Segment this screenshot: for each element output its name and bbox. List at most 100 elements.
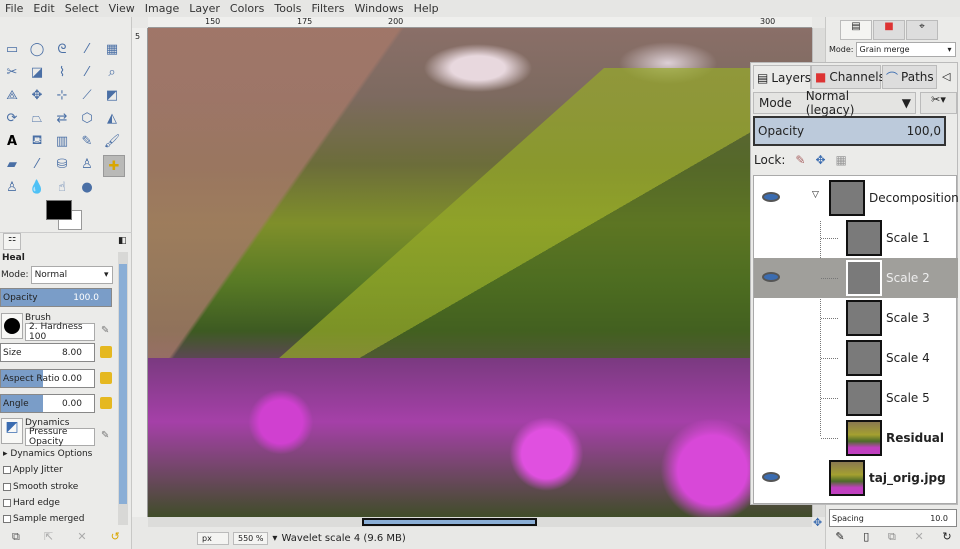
perspective-clone-tool-icon[interactable]: ♙ bbox=[3, 178, 21, 196]
layer-opacity-slider[interactable]: Opacity 100,0 bbox=[753, 116, 946, 146]
lock-pixels-icon[interactable]: ✎ bbox=[795, 153, 805, 167]
layer-thumbnail[interactable] bbox=[846, 420, 882, 456]
warp-tool-icon[interactable]: ◭ bbox=[103, 109, 121, 127]
dynamics-icon[interactable]: ◩ bbox=[1, 418, 23, 444]
unit-select[interactable]: px bbox=[197, 531, 229, 545]
layer-row[interactable]: Scale 3 bbox=[754, 298, 958, 338]
zoom-input[interactable]: 550 % bbox=[233, 531, 269, 545]
layer-thumbnail[interactable] bbox=[829, 180, 865, 216]
zoom-chevron-icon[interactable]: ▾ bbox=[272, 533, 277, 544]
clone-tool-icon[interactable]: ♙ bbox=[78, 155, 96, 173]
paint-brush-icon[interactable]: ✎ bbox=[835, 530, 844, 544]
scissors-tool-icon[interactable]: ✂ bbox=[3, 63, 21, 81]
composite-mode-select[interactable]: ✂▾ bbox=[920, 92, 957, 114]
eye-icon[interactable] bbox=[762, 472, 780, 482]
brush-preview[interactable] bbox=[1, 313, 23, 339]
paths-tool-icon[interactable]: ⌇ bbox=[53, 63, 71, 81]
smudge-tool-icon[interactable]: ☝ bbox=[53, 178, 71, 196]
rotate-tool-icon[interactable]: ⟳ bbox=[3, 109, 21, 127]
reset-options-icon[interactable]: ↺ bbox=[111, 530, 120, 544]
size-slider[interactable]: Size 8.00 bbox=[0, 343, 95, 362]
layer-row[interactable]: Scale 4 bbox=[754, 338, 958, 378]
bucket-fill-tool-icon[interactable]: ⛾ bbox=[28, 132, 46, 150]
menu-layer[interactable]: Layer bbox=[184, 2, 225, 15]
reset-size-icon[interactable] bbox=[100, 346, 112, 358]
layer-thumbnail[interactable] bbox=[846, 260, 882, 296]
layer-mode-select[interactable]: Grain merge ▾ bbox=[855, 42, 956, 57]
crop-tool-icon[interactable]: ⟋ bbox=[78, 86, 96, 104]
brush-name[interactable]: 2. Hardness 100 bbox=[25, 322, 95, 342]
refresh-brushes-icon[interactable]: ↻ bbox=[942, 530, 951, 544]
tab-paths[interactable]: ⌒ Paths bbox=[882, 65, 937, 89]
layer-thumbnail[interactable] bbox=[846, 300, 882, 336]
mode-select[interactable]: Normal ▾ bbox=[30, 266, 113, 284]
tool-options-tab-icon[interactable]: ⚏ bbox=[3, 233, 21, 250]
layer-thumbnail[interactable] bbox=[846, 380, 882, 416]
layer-thumbnail[interactable] bbox=[846, 220, 882, 256]
opacity-slider[interactable]: Opacity 100.0 bbox=[0, 288, 112, 307]
paintbrush-tool-icon[interactable]: 🖌 bbox=[103, 132, 121, 150]
reset-aspect-icon[interactable] bbox=[100, 372, 112, 384]
layer-thumbnail[interactable] bbox=[829, 460, 865, 496]
move-tool-icon[interactable]: ✥ bbox=[28, 86, 46, 104]
tool-options-scrollbar[interactable] bbox=[118, 252, 128, 525]
sample-merged-checkbox[interactable]: Sample merged bbox=[3, 514, 84, 524]
paths-tab-icon[interactable]: ⌖ bbox=[906, 20, 938, 40]
foreground-select-tool-icon[interactable]: ◪ bbox=[28, 63, 46, 81]
menu-file[interactable]: File bbox=[0, 2, 28, 15]
cage-tool-icon[interactable]: ⬡ bbox=[78, 109, 96, 127]
free-select-tool-icon[interactable]: ᘓ bbox=[53, 40, 71, 58]
color-picker-tool-icon[interactable]: ⁄ bbox=[78, 63, 96, 81]
duplicate-brush-icon[interactable]: ⧉ bbox=[888, 530, 896, 544]
fuzzy-select-tool-icon[interactable]: ⁄ bbox=[78, 40, 96, 58]
color-select-tool-icon[interactable]: ▦ bbox=[103, 40, 121, 58]
eye-icon[interactable] bbox=[762, 272, 780, 282]
horizontal-scrollbar[interactable] bbox=[148, 517, 812, 527]
dynamics-options-expander[interactable]: ▸ Dynamics Options bbox=[3, 449, 92, 459]
dock-menu-icon[interactable]: ◧ bbox=[118, 236, 127, 246]
airbrush-tool-icon[interactable]: ⁄ bbox=[28, 155, 46, 173]
dodge-burn-tool-icon[interactable]: ● bbox=[78, 178, 96, 196]
align-tool-icon[interactable]: ⊹ bbox=[53, 86, 71, 104]
collapse-icon[interactable]: ▽ bbox=[812, 190, 819, 200]
layers-tab-icon[interactable]: ▤ bbox=[840, 20, 872, 40]
menu-windows[interactable]: Windows bbox=[349, 2, 408, 15]
pencil-tool-icon[interactable]: ✎ bbox=[78, 132, 96, 150]
dynamics-name[interactable]: Pressure Opacity bbox=[25, 427, 95, 447]
flip-tool-icon[interactable]: ⇄ bbox=[53, 109, 71, 127]
restore-options-icon[interactable]: ⇱ bbox=[44, 530, 53, 544]
foreground-color-swatch[interactable] bbox=[46, 200, 72, 220]
layer-row[interactable]: taj_orig.jpg bbox=[754, 458, 958, 498]
lock-position-icon[interactable]: ✥ bbox=[815, 153, 825, 167]
tab-channels[interactable]: ■ Channels bbox=[811, 65, 885, 89]
eraser-tool-icon[interactable]: ▰ bbox=[3, 155, 21, 173]
edit-dynamics-icon[interactable]: ✎ bbox=[101, 430, 109, 441]
heal-tool-icon[interactable]: ✚ bbox=[103, 155, 125, 177]
menu-edit[interactable]: Edit bbox=[28, 2, 59, 15]
text-tool-icon[interactable]: A bbox=[3, 132, 21, 150]
scrollbar-thumb[interactable] bbox=[362, 518, 537, 526]
menu-tools[interactable]: Tools bbox=[269, 2, 306, 15]
menu-filters[interactable]: Filters bbox=[306, 2, 349, 15]
image-canvas[interactable] bbox=[148, 28, 812, 517]
spacing-slider[interactable]: Spacing 10.0 bbox=[829, 509, 957, 527]
perspective-tool-icon[interactable]: ⏢ bbox=[28, 109, 46, 127]
layer-mode-select[interactable]: Mode Normal (legacy) ▼ bbox=[753, 89, 916, 117]
menu-colors[interactable]: Colors bbox=[225, 2, 269, 15]
menu-image[interactable]: Image bbox=[140, 2, 184, 15]
menu-help[interactable]: Help bbox=[409, 2, 444, 15]
layer-row[interactable]: Scale 5 bbox=[754, 378, 958, 418]
smooth-stroke-checkbox[interactable]: Smooth stroke bbox=[3, 482, 78, 492]
blend-tool-icon[interactable]: ▥ bbox=[53, 132, 71, 150]
channels-tab-icon[interactable]: ■ bbox=[873, 20, 905, 40]
new-brush-icon[interactable]: ▯ bbox=[863, 530, 869, 544]
save-options-icon[interactable]: ⧉ bbox=[12, 530, 20, 544]
layer-row[interactable]: Scale 2 bbox=[754, 258, 958, 298]
hard-edge-checkbox[interactable]: Hard edge bbox=[3, 498, 60, 508]
delete-brush-icon[interactable]: ✕ bbox=[914, 530, 923, 544]
zoom-tool-icon[interactable]: ⌕ bbox=[103, 63, 121, 81]
ellipse-select-tool-icon[interactable]: ◯ bbox=[28, 40, 46, 58]
aspect-ratio-slider[interactable]: Aspect Ratio 0.00 bbox=[0, 369, 95, 388]
edit-brush-icon[interactable]: ✎ bbox=[101, 325, 109, 336]
layer-thumbnail[interactable] bbox=[846, 340, 882, 376]
